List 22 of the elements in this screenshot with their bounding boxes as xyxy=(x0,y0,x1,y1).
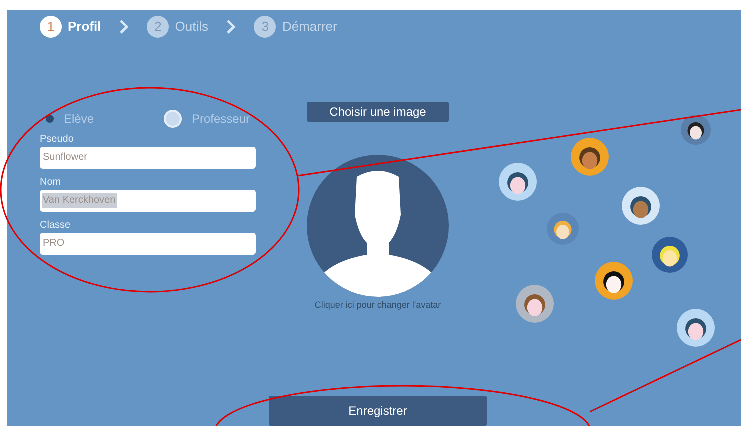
step-item[interactable]: 1 Profil xyxy=(40,16,102,38)
role-radio[interactable]: Professeur xyxy=(164,110,250,128)
avatar-icon[interactable] xyxy=(595,262,633,300)
field-label: Nom xyxy=(40,176,62,188)
chevron-icon xyxy=(119,20,130,34)
text-field[interactable]: Sunflower xyxy=(40,146,256,168)
text-field[interactable]: Van Kerckhoven xyxy=(40,190,256,212)
choose-image-button[interactable]: Choisir une image xyxy=(307,102,449,122)
field-label: Pseudo xyxy=(40,134,75,146)
avatar-caption[interactable]: Cliquer ici pour changer l'avatar xyxy=(314,298,442,312)
role-radio[interactable]: Elève xyxy=(46,110,94,128)
step-item[interactable]: 3 Démarrer xyxy=(254,16,338,38)
avatar-icon[interactable] xyxy=(499,163,537,201)
text-field[interactable]: PRO xyxy=(40,232,256,254)
step-item[interactable]: 2 Outils xyxy=(147,16,208,38)
avatar-icon[interactable] xyxy=(622,187,660,225)
avatar-icon[interactable] xyxy=(681,115,711,145)
save-button[interactable]: Enregistrer xyxy=(269,396,487,426)
avatar-placeholder-icon[interactable] xyxy=(307,154,449,296)
avatar-icon[interactable] xyxy=(677,309,715,347)
field-label: Classe xyxy=(40,220,72,232)
chevron-icon xyxy=(226,20,236,34)
